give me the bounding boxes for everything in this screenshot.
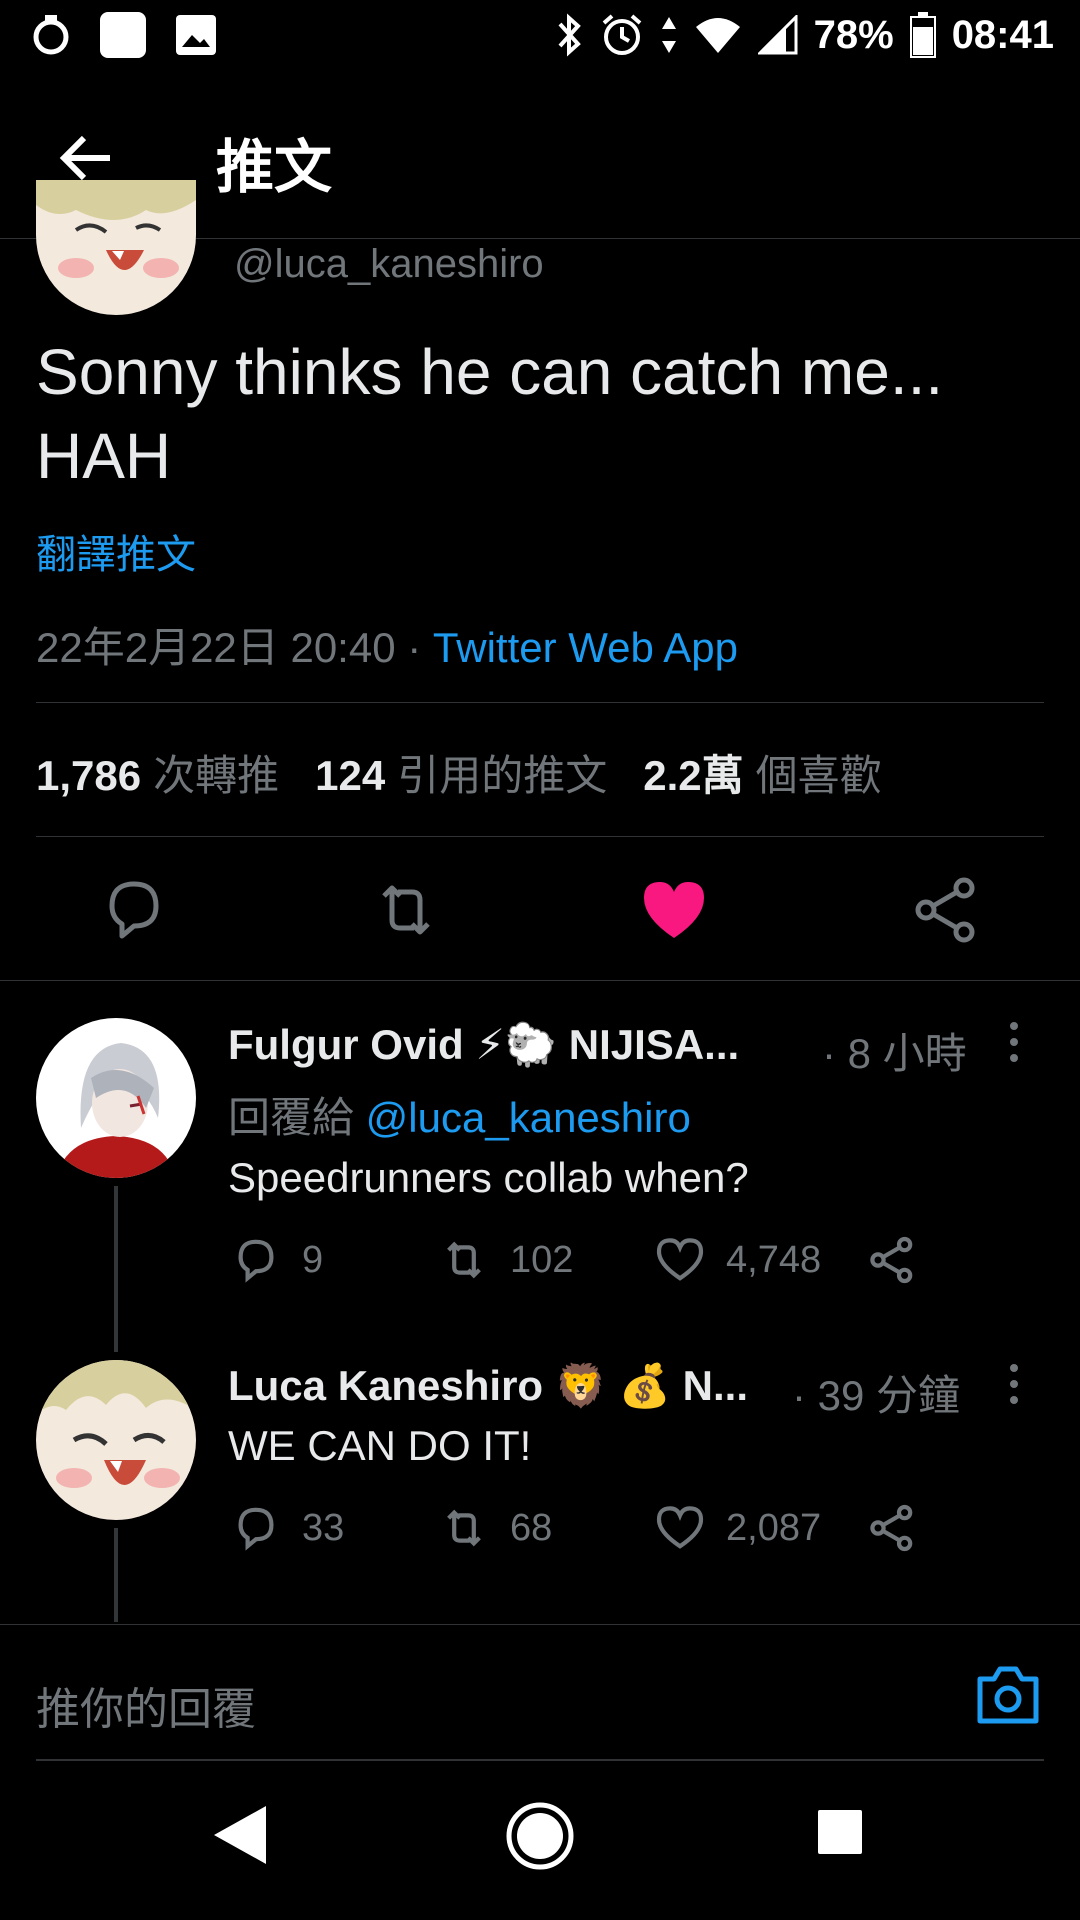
thread-line xyxy=(114,1186,118,1352)
translate-tweet-link[interactable]: 翻譯推文 xyxy=(36,522,196,580)
data-arrows-icon xyxy=(661,17,676,53)
like-button[interactable]: 4,748 xyxy=(652,1232,821,1288)
reply-author-name[interactable]: Fulgur Ovid ⚡🐑 NIJISA... xyxy=(228,1020,739,1070)
divider xyxy=(36,702,1044,703)
status-bar: 78% 08:41 xyxy=(0,0,1080,76)
alarm-icon xyxy=(602,14,641,55)
like-stat[interactable]: 2.2萬 個喜歡 xyxy=(643,742,881,803)
divider xyxy=(0,980,1080,981)
system-nav-bar xyxy=(0,1760,1080,1920)
share-icon[interactable] xyxy=(906,870,986,950)
heart-icon xyxy=(656,1238,704,1281)
wifi-icon xyxy=(695,18,740,53)
tweet-action-bar xyxy=(0,870,1080,980)
bluetooth-icon xyxy=(558,13,581,57)
reply-button[interactable]: 9 xyxy=(228,1232,323,1288)
share-icon xyxy=(870,1236,913,1284)
retweet-count: 68 xyxy=(510,1506,553,1549)
thread-line xyxy=(114,1528,118,1622)
timestamp-text: 22年2月22日 20:40 xyxy=(36,624,396,671)
reply-avatar[interactable] xyxy=(36,1018,196,1178)
quote-stat[interactable]: 124 引用的推文 xyxy=(315,742,607,803)
tweet-text: Sonny thinks he can catch me... HAH xyxy=(36,336,944,492)
tweet-author-handle[interactable]: @luca_kaneshiro xyxy=(234,242,544,287)
share-icon xyxy=(870,1504,913,1552)
share-button[interactable] xyxy=(864,1232,920,1288)
reply-time: · 39 分鐘 xyxy=(792,1372,961,1419)
retweet-button[interactable]: 68 xyxy=(436,1500,552,1556)
reply-button[interactable]: 33 xyxy=(228,1500,344,1556)
reply-composer: 推你的回覆 xyxy=(0,1624,1080,1761)
reply-author-name[interactable]: Luca Kaneshiro 🦁 💰 N... xyxy=(228,1362,748,1411)
battery-icon xyxy=(909,12,936,58)
reply-to-line: 回覆給 @luca_kaneshiro xyxy=(228,1084,691,1145)
share-button[interactable] xyxy=(864,1500,920,1556)
ring-icon xyxy=(33,15,69,55)
reply-to-label: 回覆給 xyxy=(228,1094,366,1141)
like-count: 4,748 xyxy=(726,1238,822,1281)
square-notification-icon xyxy=(100,12,146,58)
nav-recents-icon[interactable] xyxy=(816,1808,864,1856)
reply-icon[interactable] xyxy=(94,870,174,950)
retweet-icon[interactable] xyxy=(366,870,446,950)
retweet-icon xyxy=(447,1241,481,1279)
reply-icon xyxy=(238,1239,274,1283)
retweet-count: 102 xyxy=(510,1238,574,1281)
camera-icon[interactable] xyxy=(976,1665,1040,1725)
nav-home-icon[interactable] xyxy=(504,1800,576,1872)
reply-text: WE CAN DO IT! xyxy=(228,1422,532,1469)
image-notification-icon xyxy=(176,15,216,55)
retweet-button[interactable]: 102 xyxy=(436,1232,573,1288)
battery-percent: 78% xyxy=(813,12,894,57)
reply-action-bar: 33 68 2,087 xyxy=(228,1500,1028,1560)
tweet-source-link[interactable]: Twitter Web App xyxy=(433,624,738,671)
divider xyxy=(36,836,1044,837)
retweet-icon xyxy=(447,1509,481,1547)
reply-to-mention[interactable]: @luca_kaneshiro xyxy=(366,1094,691,1141)
tweet-stats: 1,786 次轉推 124 引用的推文 2.2萬 個喜歡 xyxy=(36,742,882,803)
reply-text: Speedrunners collab when? xyxy=(228,1154,749,1201)
nav-back-icon[interactable] xyxy=(212,1804,268,1866)
like-button[interactable]: 2,087 xyxy=(652,1500,821,1556)
heart-icon xyxy=(656,1506,704,1549)
reply-avatar[interactable] xyxy=(36,1360,196,1520)
retweet-stat[interactable]: 1,786 次轉推 xyxy=(36,742,279,803)
like-count: 2,087 xyxy=(726,1506,822,1549)
back-arrow-icon[interactable] xyxy=(56,128,116,188)
separator: · xyxy=(395,624,433,671)
more-options-icon[interactable] xyxy=(1006,1020,1022,1064)
clock: 08:41 xyxy=(951,12,1054,57)
reply-count: 9 xyxy=(302,1238,324,1281)
page-title: 推文 xyxy=(216,135,333,200)
signal-icon xyxy=(757,15,798,55)
reply-action-bar: 9 102 4,748 xyxy=(228,1232,1028,1292)
like-icon-filled[interactable] xyxy=(634,870,714,950)
avatar[interactable] xyxy=(36,180,196,315)
reply-input[interactable]: 推你的回覆 xyxy=(36,1673,256,1737)
tweet-timestamp: 22年2月22日 20:40 · Twitter Web App xyxy=(36,614,738,675)
reply-icon xyxy=(238,1507,274,1551)
more-options-icon[interactable] xyxy=(1006,1362,1022,1406)
reply-time: · 8 小時 xyxy=(822,1030,967,1077)
reply-count: 33 xyxy=(302,1506,345,1549)
